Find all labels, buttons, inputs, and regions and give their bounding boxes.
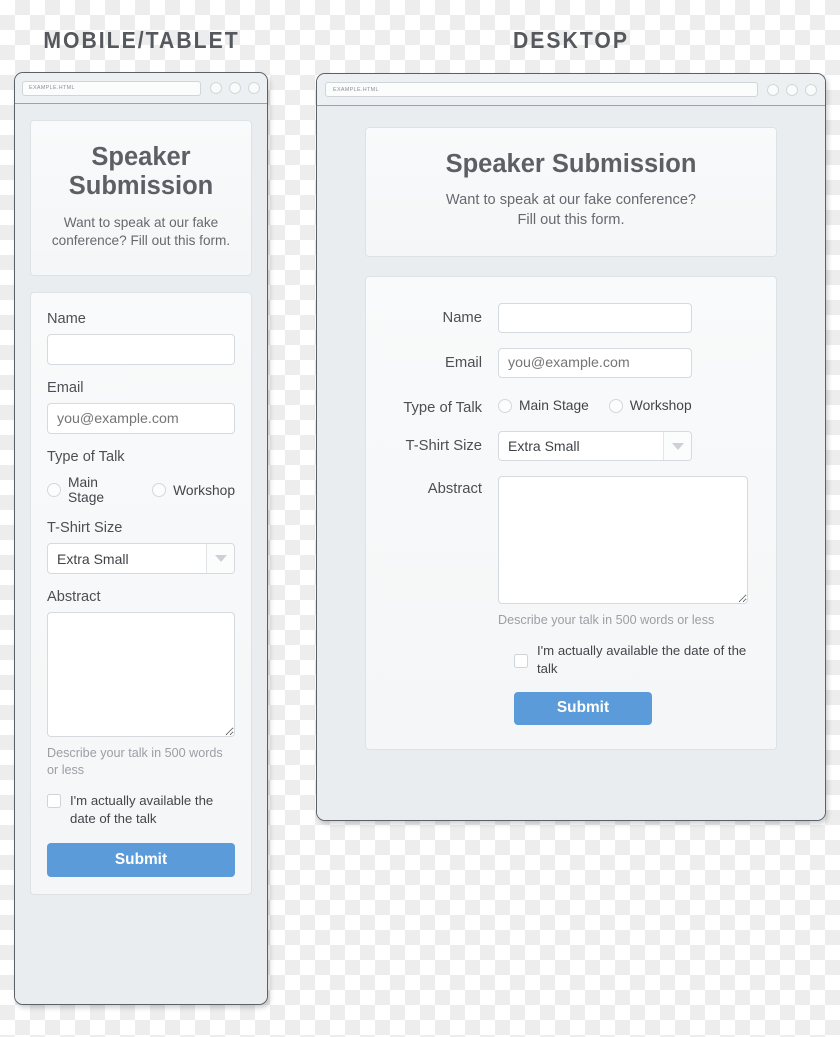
desktop-email-input[interactable] <box>498 348 692 379</box>
desktop-field-email: Email <box>394 348 748 379</box>
desktop-name-input[interactable] <box>498 303 692 334</box>
desktop-window-controls <box>767 83 817 96</box>
desktop-radio-workshop[interactable]: Workshop <box>608 398 692 414</box>
mobile-form-panel: Name Email Type of Talk Main Stage Works… <box>30 292 252 895</box>
desktop-field-tshirt-size: T-Shirt Size Extra Small <box>394 431 748 462</box>
chevron-down-icon <box>671 442 684 450</box>
window-control-dot-3[interactable] <box>805 83 817 96</box>
mobile-radio-workshop-label: Workshop <box>173 482 235 498</box>
checkbox-icon[interactable] <box>47 794 61 809</box>
desktop-radio-workshop-label: Workshop <box>629 398 692 414</box>
desktop-type-of-talk-field: Main Stage Workshop <box>498 393 748 413</box>
desktop-browser-chrome: EXAMPLE.HTML <box>317 74 825 106</box>
mobile-browser-chrome: EXAMPLE.HTML <box>15 73 267 104</box>
mobile-availability-label: I'm actually available the date of the t… <box>70 793 214 826</box>
window-control-dot-2[interactable] <box>786 83 798 96</box>
desktop-type-of-talk-options: Main Stage Workshop <box>498 393 748 413</box>
mobile-email-label: Email <box>47 380 84 397</box>
mobile-page-title: Speaker Submission <box>49 143 233 201</box>
window-control-dot-1[interactable] <box>767 83 779 96</box>
desktop-type-of-talk-label: Type of Talk <box>403 400 482 417</box>
mobile-browser-window: EXAMPLE.HTML Speaker Submission Want to … <box>14 72 268 1005</box>
mobile-radio-workshop[interactable]: Workshop <box>152 483 235 498</box>
radio-circle-icon <box>608 398 623 413</box>
desktop-field-abstract: Abstract Describe your talk in 500 words… <box>394 476 748 627</box>
mobile-field-abstract: Abstract Describe your talk in 500 words… <box>47 589 235 877</box>
desktop-tshirt-field: Extra Small <box>498 431 748 462</box>
desktop-abstract-textarea[interactable] <box>498 476 748 605</box>
mobile-radio-main-stage[interactable]: Main Stage <box>47 475 133 505</box>
desktop-section-title: DESKTOP <box>512 27 630 53</box>
desktop-tshirt-select[interactable]: Extra Small <box>498 431 692 462</box>
desktop-availability-checkbox-row[interactable]: I'm actually available the date of the t… <box>514 642 748 678</box>
desktop-url-bar[interactable]: EXAMPLE.HTML <box>325 82 758 97</box>
desktop-page-subtitle-line1: Want to speak at our fake conference? <box>445 191 697 208</box>
mobile-page-subtitle: Want to speak at our fake conference? Fi… <box>51 214 231 249</box>
mobile-tshirt-select-arrow[interactable] <box>206 544 234 574</box>
radio-circle-icon <box>152 483 167 498</box>
desktop-hero-panel: Speaker Submission Want to speak at our … <box>365 127 777 258</box>
desktop-abstract-helper: Describe your talk in 500 words or less <box>498 613 715 628</box>
desktop-page-subtitle: Want to speak at our fake conference? Fi… <box>386 190 756 230</box>
desktop-abstract-label: Abstract <box>427 481 482 498</box>
desktop-tshirt-label: T-Shirt Size <box>405 438 482 455</box>
mobile-field-email: Email <box>47 380 235 435</box>
mobile-abstract-label: Abstract <box>47 589 101 606</box>
mobile-page-title-line1: Speaker <box>91 143 191 171</box>
mobile-type-of-talk-options: Main Stage Workshop <box>47 475 235 505</box>
desktop-email-label: Email <box>445 355 482 372</box>
window-control-dot-2[interactable] <box>229 82 241 94</box>
radio-circle-icon <box>47 483 61 498</box>
desktop-tshirt-select-arrow[interactable] <box>663 432 691 461</box>
mobile-abstract-helper: Describe your talk in 500 words or less <box>47 746 223 778</box>
desktop-page-title: Speaker Submission <box>445 150 697 178</box>
mobile-hero-panel: Speaker Submission Want to speak at our … <box>30 120 252 277</box>
mobile-tshirt-label: T-Shirt Size <box>47 520 123 537</box>
desktop-availability-label: I'm actually available the date of the t… <box>537 643 747 676</box>
mobile-viewport: Speaker Submission Want to speak at our … <box>15 104 267 1004</box>
window-control-dot-1[interactable] <box>210 82 222 94</box>
mobile-radio-main-stage-label: Main Stage <box>68 475 105 506</box>
desktop-tshirt-selected-value: Extra Small <box>508 438 580 455</box>
chevron-down-icon <box>214 555 227 563</box>
desktop-viewport: Speaker Submission Want to speak at our … <box>317 106 825 820</box>
desktop-name-field <box>498 303 748 334</box>
desktop-page-subtitle-line2: Fill out this form. <box>517 211 625 228</box>
mobile-tshirt-select[interactable]: Extra Small <box>47 543 235 575</box>
mobile-field-type-of-talk: Type of Talk Main Stage Workshop <box>47 449 235 505</box>
mobile-name-label: Name <box>47 311 86 328</box>
mobile-field-name: Name <box>47 311 235 366</box>
mobile-name-input[interactable] <box>47 334 235 366</box>
desktop-name-label: Name <box>442 310 482 327</box>
mobile-type-of-talk-label: Type of Talk <box>47 449 125 466</box>
mobile-field-tshirt-size: T-Shirt Size Extra Small <box>47 520 235 575</box>
desktop-field-type-of-talk: Type of Talk Main Stage Workshop <box>394 393 748 416</box>
desktop-submit-button[interactable]: Submit <box>514 691 652 725</box>
desktop-radio-main-stage[interactable]: Main Stage <box>498 398 589 413</box>
desktop-browser-window: EXAMPLE.HTML Speaker Submission Want to … <box>316 73 826 821</box>
checkbox-icon[interactable] <box>514 653 528 668</box>
mobile-section-title: MOBILE/TABLET <box>43 27 240 53</box>
mobile-window-controls <box>210 82 260 94</box>
mobile-tshirt-selected-value: Extra Small <box>57 550 129 567</box>
mobile-page-title-line2: Submission <box>68 171 214 200</box>
desktop-radio-main-stage-label: Main Stage <box>519 398 589 414</box>
desktop-abstract-field: Describe your talk in 500 words or less <box>498 476 748 627</box>
mobile-email-input[interactable] <box>47 403 235 435</box>
mobile-submit-button[interactable]: Submit <box>47 842 235 877</box>
mobile-url-bar[interactable]: EXAMPLE.HTML <box>22 80 201 96</box>
mobile-abstract-textarea[interactable] <box>47 612 235 738</box>
mobile-availability-checkbox-row[interactable]: I'm actually available the date of the t… <box>47 792 235 828</box>
desktop-field-name: Name <box>394 303 748 334</box>
desktop-form-panel: Name Email Type of Talk Main Stage <box>365 276 777 750</box>
radio-circle-icon <box>498 398 512 413</box>
desktop-email-field <box>498 348 748 379</box>
window-control-dot-3[interactable] <box>248 82 260 94</box>
